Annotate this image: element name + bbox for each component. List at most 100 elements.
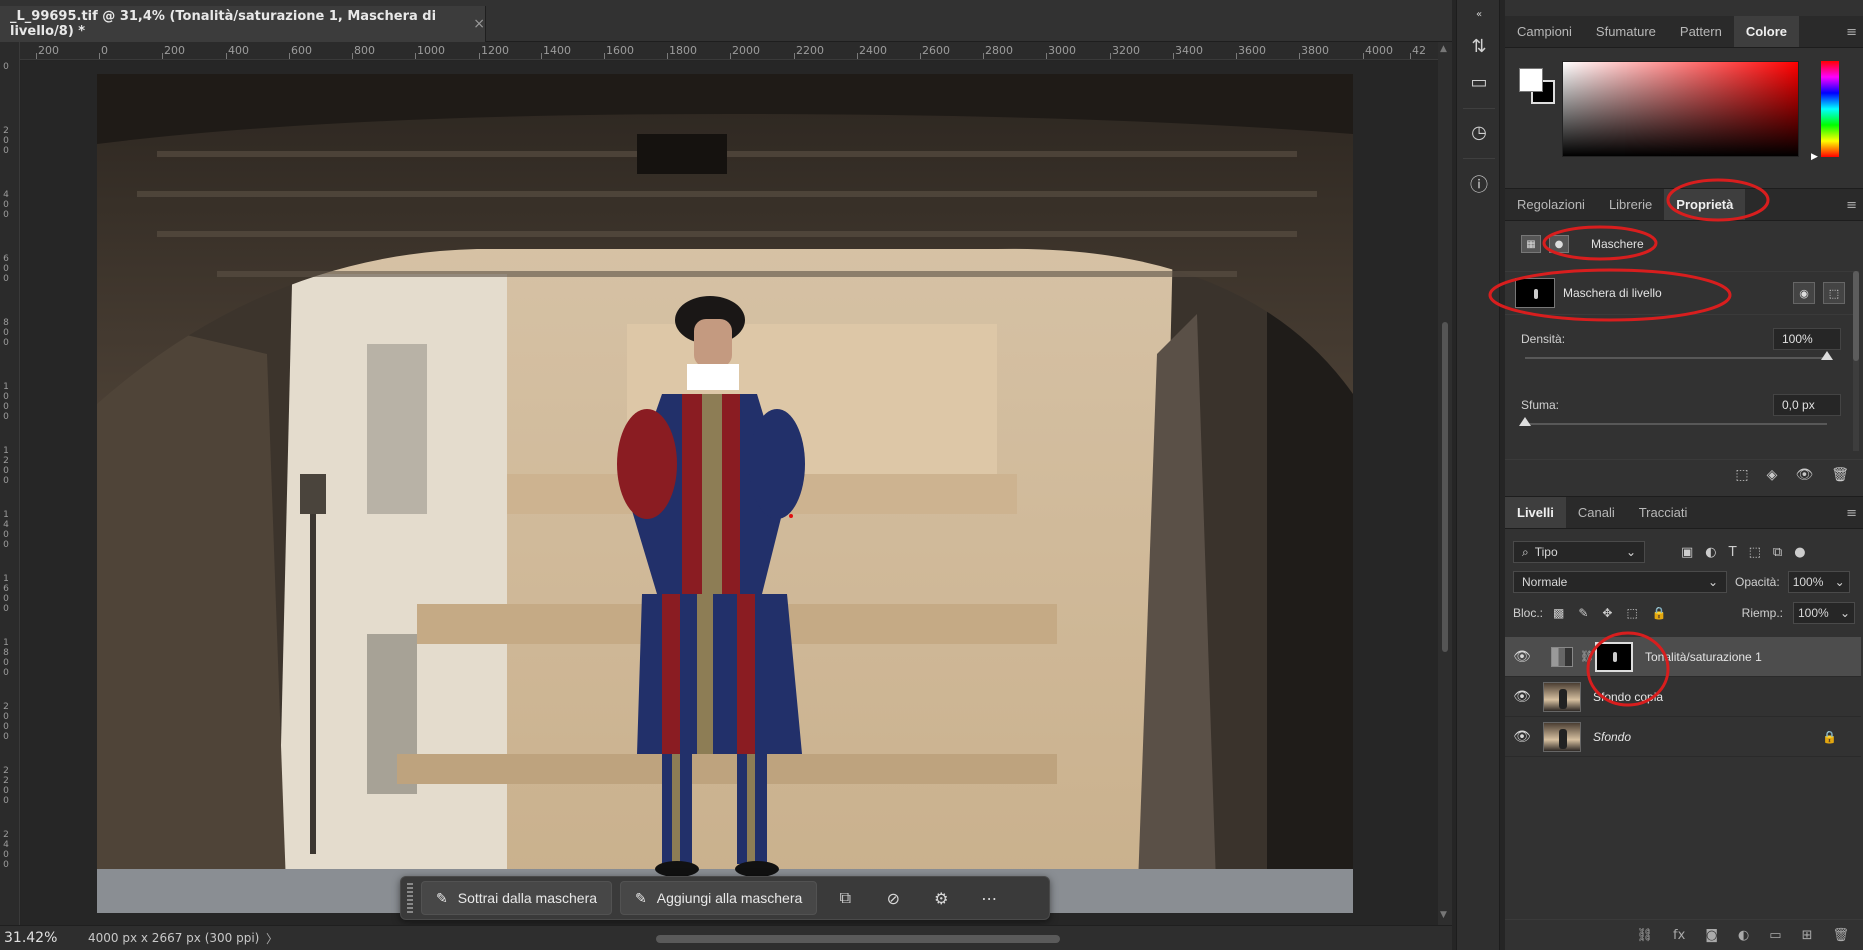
feather-field[interactable]: 0,0 px: [1773, 394, 1841, 416]
tab-colore[interactable]: Colore: [1733, 16, 1799, 47]
tab-tracciati[interactable]: Tracciati: [1627, 497, 1700, 528]
tab-pattern[interactable]: Pattern: [1668, 16, 1734, 47]
pixel-filter-icon[interactable]: ▣: [1681, 545, 1693, 560]
layer-name[interactable]: Sfondo: [1593, 730, 1631, 744]
shape-filter-icon[interactable]: ⬚: [1749, 545, 1761, 560]
mask-options-icon[interactable]: ⧉: [825, 882, 865, 914]
tab-campioni[interactable]: Campioni: [1505, 16, 1584, 47]
canvas-area[interactable]: [21, 61, 1438, 925]
layer-name[interactable]: Sfondo copia: [1593, 690, 1663, 704]
properties-scrollbar[interactable]: [1853, 271, 1859, 451]
vector-mask-icon[interactable]: ⬚: [1823, 282, 1845, 304]
layer-mask-row[interactable]: Maschera di livello ◉ ⬚: [1505, 271, 1853, 315]
visibility-eye-icon[interactable]: 👁: [1505, 729, 1539, 745]
layer-thumbnail[interactable]: [1543, 681, 1581, 712]
comments-icon[interactable]: ▭: [1467, 70, 1491, 94]
lock-position-icon[interactable]: ✥: [1602, 606, 1612, 620]
feather-slider[interactable]: [1519, 417, 1827, 426]
hue-slider-arrow-icon[interactable]: ▶: [1811, 152, 1818, 162]
new-group-icon[interactable]: ▭: [1769, 928, 1781, 943]
panel-menu-icon[interactable]: ≡: [1846, 506, 1857, 521]
canvas-vertical-scrollbar[interactable]: ▲ ▼: [1438, 42, 1452, 925]
layer-row-sfondo[interactable]: 👁 Sfondo 🔒: [1505, 717, 1861, 757]
delete-mask-icon[interactable]: 🗑: [1831, 467, 1849, 483]
info-icon[interactable]: ⓘ: [1467, 172, 1491, 196]
new-layer-icon[interactable]: ⊞: [1802, 928, 1813, 943]
link-layers-icon[interactable]: ⛓: [1637, 928, 1654, 943]
tab-librerie[interactable]: Librerie: [1597, 189, 1664, 220]
filter-toggle-icon[interactable]: ●: [1794, 545, 1805, 560]
tab-sfumature[interactable]: Sfumature: [1584, 16, 1668, 47]
fill-field[interactable]: 100% ⌄: [1793, 602, 1855, 624]
layer-row-sfondo-copia[interactable]: 👁 Sfondo copia: [1505, 677, 1861, 717]
scrollbar-thumb[interactable]: [1442, 322, 1448, 652]
lock-label: Bloc.:: [1513, 606, 1544, 620]
tab-proprieta[interactable]: Proprietà: [1664, 189, 1746, 220]
tab-regolazioni[interactable]: Regolazioni: [1505, 189, 1597, 220]
load-selection-icon[interactable]: ⬚: [1735, 467, 1748, 483]
scroll-up-icon[interactable]: ▲: [1440, 44, 1447, 54]
document-image[interactable]: [97, 74, 1353, 913]
horizontal-ruler[interactable]: 200 0 200 400 600 800 1000 1200 1400 1600 1800 2000…: [20, 42, 1438, 60]
drag-handle[interactable]: [407, 883, 413, 913]
pixel-mask-icon[interactable]: ◉: [1793, 282, 1815, 304]
history-states-icon[interactable]: ⇅: [1467, 34, 1491, 58]
lock-icon[interactable]: 🔒: [1822, 730, 1837, 744]
more-options-icon[interactable]: ⋯: [969, 882, 1009, 914]
document-tab[interactable]: _L_99695.tif @ 31,4% (Tonalità/saturazio…: [0, 6, 486, 42]
mask-thumbnail[interactable]: [1515, 278, 1555, 308]
fx-icon[interactable]: fx: [1673, 928, 1685, 943]
delete-layer-icon[interactable]: 🗑: [1832, 928, 1849, 943]
density-slider-knob[interactable]: [1821, 351, 1833, 360]
lock-all-icon[interactable]: 🔒: [1652, 606, 1667, 620]
layer-thumbnail[interactable]: [1543, 721, 1581, 752]
link-chain-icon[interactable]: ⛓: [1579, 650, 1595, 663]
panel-menu-icon[interactable]: ≡: [1846, 198, 1857, 213]
density-field[interactable]: 100%: [1773, 328, 1841, 350]
close-tab-icon[interactable]: ×: [473, 16, 485, 32]
blend-mode-dropdown[interactable]: Normale ⌄: [1513, 571, 1727, 593]
adjustment-filter-icon[interactable]: ◐: [1705, 545, 1716, 560]
panel-menu-icon[interactable]: ≡: [1846, 25, 1857, 40]
subtract-from-mask-button[interactable]: ✎ Sottrai dalla maschera: [421, 881, 613, 915]
visibility-eye-icon[interactable]: 👁: [1505, 649, 1539, 665]
lock-transparency-icon[interactable]: ▩: [1553, 606, 1564, 620]
new-adjustment-icon[interactable]: ◐: [1738, 928, 1749, 943]
density-slider[interactable]: [1525, 351, 1833, 360]
visibility-eye-icon[interactable]: 👁: [1795, 467, 1813, 483]
mask-settings-icon[interactable]: ⚙: [921, 882, 961, 914]
lock-artboard-icon[interactable]: ⬚: [1626, 606, 1637, 620]
ruler-tick-label: 1800: [3, 638, 9, 678]
adjustment-layer-icon[interactable]: ▦: [1521, 235, 1541, 253]
scrollbar-thumb[interactable]: [656, 935, 1060, 943]
canvas-horizontal-scrollbar[interactable]: [300, 932, 1420, 944]
apply-mask-icon[interactable]: ◈: [1767, 467, 1778, 483]
smart-object-filter-icon[interactable]: ⧉: [1773, 545, 1782, 560]
mask-icon[interactable]: ●: [1549, 235, 1569, 253]
visibility-eye-icon[interactable]: 👁: [1505, 689, 1539, 705]
scroll-down-icon[interactable]: ▼: [1440, 910, 1447, 920]
history-icon[interactable]: ◷: [1467, 120, 1491, 144]
layer-filter-dropdown[interactable]: ⌕ Tipo ⌄: [1513, 541, 1645, 563]
scrollbar-thumb[interactable]: [1853, 271, 1859, 361]
disable-mask-icon[interactable]: ⊘: [873, 882, 913, 914]
tab-canali[interactable]: Canali: [1566, 497, 1627, 528]
layer-name[interactable]: Tonalità/saturazione 1: [1645, 650, 1762, 664]
add-to-mask-button[interactable]: ✎ Aggiungi alla maschera: [620, 881, 818, 915]
zoom-level[interactable]: 31.42%: [0, 930, 66, 946]
color-picker-field[interactable]: [1562, 61, 1799, 157]
layer-mask-thumbnail[interactable]: [1595, 641, 1633, 672]
layer-row-hue-saturation[interactable]: 👁 ⛓ Tonalità/saturazione 1: [1505, 637, 1861, 677]
status-menu-arrow-icon[interactable]: 〉: [266, 930, 290, 947]
vertical-ruler[interactable]: 0 200 400 600 800 1000 1200 1400 1600 1800 2000 220…: [0, 60, 20, 925]
collapse-panels-icon[interactable]: «: [1467, 2, 1491, 26]
add-mask-icon[interactable]: ◙: [1705, 928, 1718, 943]
feather-slider-knob[interactable]: [1519, 417, 1531, 426]
opacity-field[interactable]: 100% ⌄: [1787, 571, 1850, 593]
type-filter-icon[interactable]: T: [1729, 545, 1737, 560]
ruler-corner[interactable]: [0, 42, 20, 60]
lock-pixels-icon[interactable]: ✎: [1578, 606, 1588, 620]
hue-slider[interactable]: [1821, 61, 1839, 157]
tab-livelli[interactable]: Livelli: [1505, 497, 1566, 528]
foreground-color-swatch[interactable]: [1519, 68, 1543, 92]
